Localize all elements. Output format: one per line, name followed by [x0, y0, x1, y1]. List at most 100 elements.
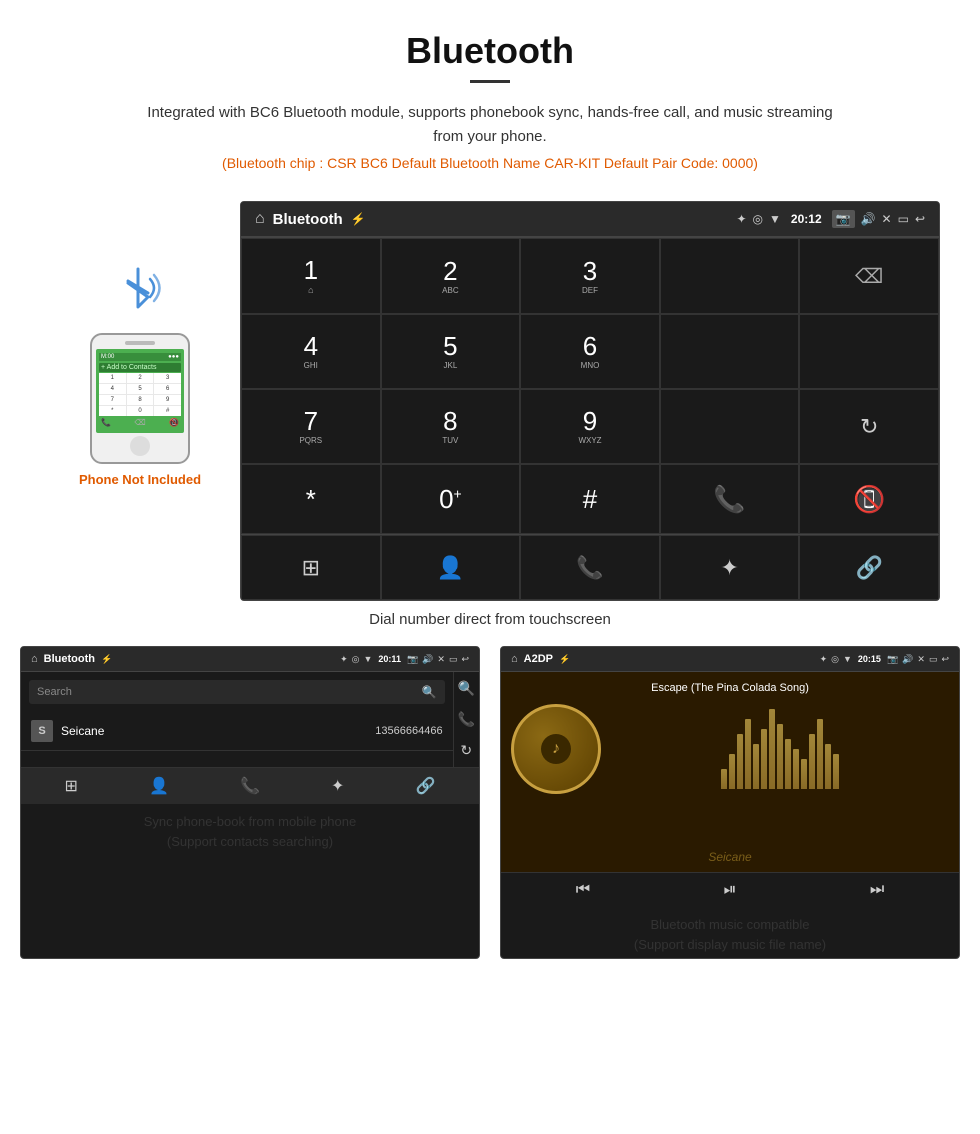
equalizer-display	[601, 709, 949, 789]
title-divider	[470, 80, 510, 83]
call-button[interactable]: 📞	[660, 464, 800, 534]
music-area: ♪	[511, 704, 949, 794]
eq-bar	[721, 769, 727, 789]
phonebook-search-bar[interactable]: Search 🔍	[29, 680, 445, 704]
music-win-icon[interactable]: ▭	[929, 654, 938, 665]
back-icon[interactable]: ↩	[915, 212, 925, 226]
dial-key-8[interactable]: 8 TUV	[381, 389, 521, 464]
pb-close-icon[interactable]: ✕	[437, 654, 445, 665]
page-header: Bluetooth Integrated with BC6 Bluetooth …	[0, 0, 980, 201]
pb-usb-icon: ⚡	[101, 654, 112, 665]
empty-cell-2	[799, 314, 939, 389]
pb-call-icon[interactable]: 📞	[458, 711, 475, 728]
close-icon[interactable]: ✕	[882, 212, 892, 226]
music-back-icon[interactable]: ↩	[941, 654, 949, 665]
page-title: Bluetooth	[20, 30, 960, 72]
dial-key-3[interactable]: 3 DEF	[520, 238, 660, 314]
bluetooth-status-icon: ✦	[736, 212, 746, 226]
end-call-button[interactable]: 📵	[799, 464, 939, 534]
prev-track-button[interactable]: ⏮	[576, 881, 590, 899]
contact-entry[interactable]: S Seicane 13566664466	[21, 712, 453, 751]
pb-refresh-icon[interactable]: ↻	[460, 742, 472, 759]
dial-key-star[interactable]: *	[241, 464, 381, 534]
music-screen: ⌂ A2DP ⚡ ✦ ◎ ▼ 20:15 📷 🔊 ✕ ▭ ↩ Escape (T…	[500, 646, 960, 959]
eq-bar	[793, 749, 799, 789]
music-usb-icon: ⚡	[559, 654, 570, 665]
pb-home-icon[interactable]: ⌂	[31, 653, 38, 665]
phone-side: M:00●●● + Add to Contacts 123 456 789 *0…	[40, 201, 240, 487]
car-screen-header: ⌂ Bluetooth ⚡ ✦ ◎ ▼ 20:12 📷 🔊 ✕ ▭ ↩	[241, 202, 939, 237]
bluetooth-specs: (Bluetooth chip : CSR BC6 Default Blueto…	[20, 155, 960, 171]
dialpad-bottom-bar: ⊞ 👤 📞 ✦ 🔗	[241, 534, 939, 600]
music-content: Escape (The Pina Colada Song) ♪ Seicane	[501, 672, 959, 872]
phone-screen: M:00●●● + Add to Contacts 123 456 789 *0…	[96, 349, 184, 433]
pb-time: 20:11	[378, 654, 401, 665]
album-art-inner: ♪	[541, 734, 571, 764]
phonebook-caption: Sync phone-book from mobile phone (Suppo…	[21, 804, 479, 855]
pb-screen-title: Bluetooth	[44, 653, 95, 665]
eq-bar	[729, 754, 735, 789]
location-icon: ◎	[753, 212, 763, 226]
page-description: Integrated with BC6 Bluetooth module, su…	[140, 101, 840, 149]
dial-key-0[interactable]: 0+	[381, 464, 521, 534]
play-pause-button[interactable]: ⏯	[724, 881, 737, 899]
link-icon[interactable]: 🔗	[799, 535, 939, 600]
dial-key-9[interactable]: 9 WXYZ	[520, 389, 660, 464]
eq-bar	[825, 744, 831, 789]
display-area	[660, 238, 800, 314]
dial-key-5[interactable]: 5 JKL	[381, 314, 521, 389]
dial-key-2[interactable]: 2 ABC	[381, 238, 521, 314]
pb-dialpad-icon[interactable]: ⊞	[65, 776, 78, 796]
dial-key-6[interactable]: 6 MNO	[520, 314, 660, 389]
dialpad-icon[interactable]: ⊞	[241, 535, 381, 600]
pb-cam-icon[interactable]: 📷	[407, 654, 418, 665]
music-vol-icon[interactable]: 🔊	[902, 654, 913, 665]
dial-key-4[interactable]: 4 GHI	[241, 314, 381, 389]
music-home-icon[interactable]: ⌂	[511, 653, 518, 665]
window-icon[interactable]: ▭	[898, 212, 909, 226]
pb-link-icon[interactable]: 🔗	[416, 776, 436, 796]
main-caption: Dial number direct from touchscreen	[0, 611, 980, 628]
pb-person-icon[interactable]: 👤	[149, 776, 169, 796]
camera-icon[interactable]: 📷	[832, 210, 855, 228]
pb-bluetooth-icon[interactable]: ✦	[331, 776, 344, 796]
dial-key-hash[interactable]: #	[520, 464, 660, 534]
phone-speaker	[125, 341, 155, 345]
next-track-button[interactable]: ⏭	[870, 881, 884, 899]
eq-bar	[777, 724, 783, 789]
contacts-icon[interactable]: 👤	[381, 535, 521, 600]
pb-loc-icon: ◎	[352, 654, 360, 665]
refresh-button[interactable]: ↻	[799, 389, 939, 464]
volume-icon[interactable]: 🔊	[861, 212, 876, 226]
music-loc-icon: ◎	[831, 654, 839, 665]
music-cam-icon[interactable]: 📷	[887, 654, 898, 665]
bluetooth-signal-icon	[110, 261, 170, 321]
car-dialpad-screen: ⌂ Bluetooth ⚡ ✦ ◎ ▼ 20:12 📷 🔊 ✕ ▭ ↩ 1 ⌂	[240, 201, 940, 601]
dial-key-7[interactable]: 7 PQRS	[241, 389, 381, 464]
pb-back-icon[interactable]: ↩	[461, 654, 469, 665]
pb-search-icon[interactable]: 🔍	[458, 680, 475, 697]
backspace-button[interactable]: ⌫	[799, 238, 939, 314]
eq-bar	[737, 734, 743, 789]
album-art: ♪	[511, 704, 601, 794]
eq-bar	[833, 754, 839, 789]
dial-key-1[interactable]: 1 ⌂	[241, 238, 381, 314]
search-icon[interactable]: 🔍	[422, 685, 437, 699]
eq-bar	[785, 739, 791, 789]
bluetooth-calls-icon[interactable]: ✦	[660, 535, 800, 600]
phonebook-list: Search 🔍 S Seicane 13566664466	[21, 672, 453, 767]
eq-bar	[753, 744, 759, 789]
pb-win-icon[interactable]: ▭	[449, 654, 458, 665]
eq-bar	[817, 719, 823, 789]
main-screenshot-area: M:00●●● + Add to Contacts 123 456 789 *0…	[0, 201, 980, 601]
eq-bar	[745, 719, 751, 789]
pb-phone-icon[interactable]: 📞	[240, 776, 260, 796]
wifi-icon: ▼	[769, 212, 781, 226]
pb-bt-icon: ✦	[340, 654, 348, 665]
pb-vol-icon[interactable]: 🔊	[422, 654, 433, 665]
search-placeholder: Search	[37, 686, 72, 698]
contact-avatar: S	[31, 720, 53, 742]
music-close-icon[interactable]: ✕	[917, 654, 925, 665]
home-icon[interactable]: ⌂	[255, 210, 265, 228]
recent-calls-icon[interactable]: 📞	[520, 535, 660, 600]
